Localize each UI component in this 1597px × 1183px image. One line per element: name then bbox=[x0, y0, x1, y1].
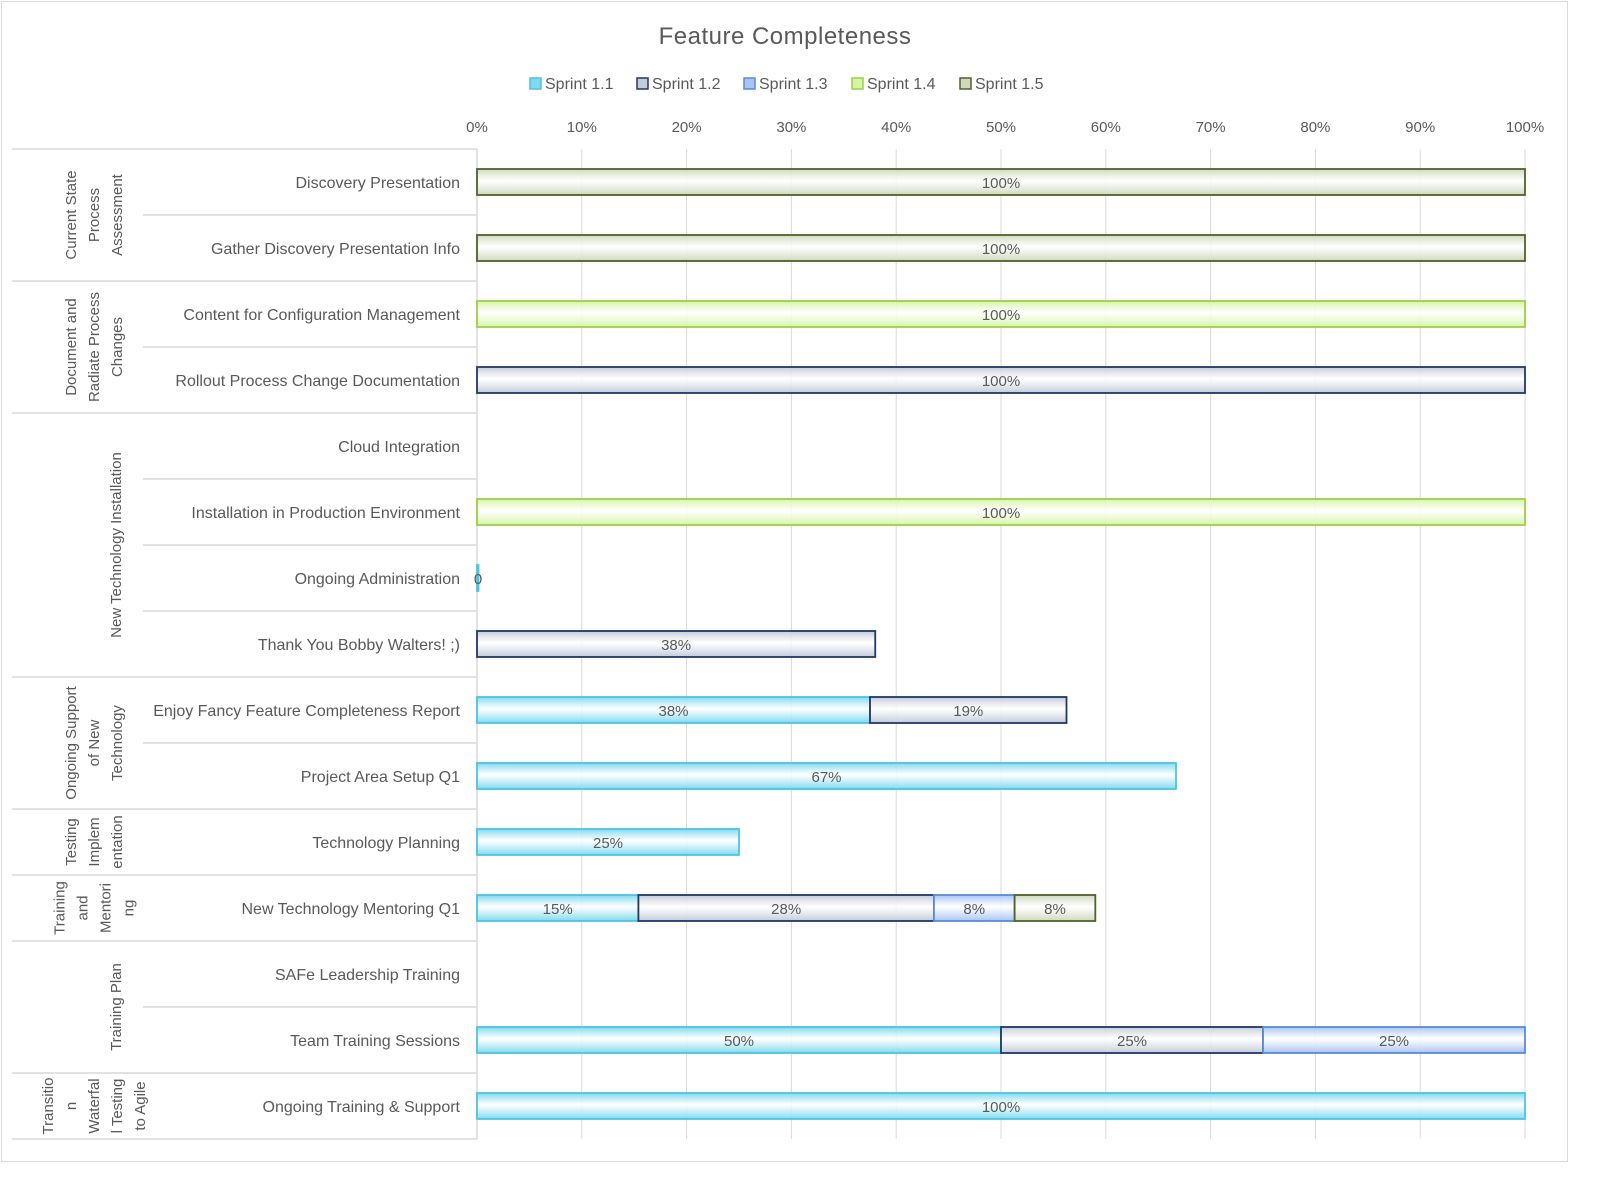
category-label: New Technology Mentoring Q1 bbox=[242, 901, 461, 918]
category-label: Discovery Presentation bbox=[295, 175, 460, 192]
legend-swatch-5 bbox=[959, 77, 972, 90]
chart-title: Feature Completeness bbox=[659, 23, 912, 50]
data-label: 8% bbox=[963, 901, 985, 918]
group-label: Testing bbox=[63, 818, 80, 866]
group-label: New Technology Installation bbox=[108, 452, 125, 638]
group-label: Radiate Process bbox=[86, 292, 103, 402]
data-label: 100% bbox=[982, 505, 1020, 522]
data-label: 15% bbox=[543, 901, 573, 918]
group-label: Transitio bbox=[40, 1078, 57, 1135]
data-label: 100% bbox=[982, 1099, 1020, 1116]
group-label: Document and bbox=[63, 298, 80, 396]
data-label: 100% bbox=[982, 241, 1020, 258]
data-label: 38% bbox=[658, 703, 688, 720]
data-label: 19% bbox=[953, 703, 983, 720]
category-label: Technology Planning bbox=[312, 835, 460, 852]
data-label: 100% bbox=[982, 307, 1020, 324]
legend-swatch-2 bbox=[636, 77, 649, 90]
x-tick-label: 80% bbox=[1300, 119, 1330, 136]
legend-label-1: Sprint 1.1 bbox=[545, 76, 614, 93]
category-label: Rollout Process Change Documentation bbox=[175, 373, 460, 390]
group-label: Waterfal bbox=[86, 1078, 103, 1133]
group-label: Training Plan bbox=[108, 963, 125, 1051]
x-tick-label: 40% bbox=[881, 119, 911, 136]
data-label: 67% bbox=[811, 769, 841, 786]
chart-frame: Feature Completeness Sprint 1.1 Sprint 1.… bbox=[1, 1, 1568, 1162]
category-label: Project Area Setup Q1 bbox=[301, 769, 460, 786]
legend-swatch-3 bbox=[743, 77, 756, 90]
category-label: Enjoy Fancy Feature Completeness Report bbox=[153, 703, 460, 720]
legend-swatch-4 bbox=[851, 77, 864, 90]
x-tick-label: 10% bbox=[567, 119, 597, 136]
group-label: Implem bbox=[86, 817, 103, 866]
group-label: entation bbox=[109, 815, 126, 868]
category-labels: Discovery Presentation Gather Discovery P… bbox=[153, 175, 460, 1116]
group-label: Training bbox=[52, 881, 69, 935]
feature-completeness-chart: Feature Completeness Sprint 1.1 Sprint 1.… bbox=[12, 23, 1544, 1140]
data-label: 25% bbox=[1379, 1033, 1409, 1050]
category-label: SAFe Leadership Training bbox=[275, 967, 460, 984]
category-label: Ongoing Training & Support bbox=[263, 1099, 461, 1116]
x-tick-label: 30% bbox=[776, 119, 806, 136]
x-tick-label: 0% bbox=[466, 119, 488, 136]
data-label: 25% bbox=[593, 835, 623, 852]
data-label: 38% bbox=[661, 637, 691, 654]
group-label: to Agile bbox=[132, 1081, 149, 1130]
category-label: Gather Discovery Presentation Info bbox=[211, 241, 460, 258]
group-label: of New bbox=[86, 719, 103, 766]
group-label: l Testing bbox=[109, 1079, 126, 1134]
x-tick-label: 50% bbox=[986, 119, 1016, 136]
group-label: Ongoing Support bbox=[63, 685, 80, 799]
legend-label-2: Sprint 1.2 bbox=[652, 76, 721, 93]
group-label: Current State bbox=[63, 170, 80, 259]
data-label: 8% bbox=[1044, 901, 1066, 918]
x-tick-label: 90% bbox=[1405, 119, 1435, 136]
data-label: 0 bbox=[474, 571, 482, 588]
data-label: 25% bbox=[1117, 1033, 1147, 1050]
category-label: Ongoing Administration bbox=[295, 571, 460, 588]
legend-label-5: Sprint 1.5 bbox=[975, 76, 1044, 93]
x-axis-ticks: 0% 10% 20% 30% 40% 50% 60% 70% 80% 90% 100% bbox=[466, 119, 1544, 136]
x-tick-label: 60% bbox=[1091, 119, 1121, 136]
category-label: Content for Configuration Management bbox=[183, 307, 460, 324]
group-label: Mentori bbox=[98, 883, 115, 933]
x-tick-label: 100% bbox=[1506, 119, 1544, 136]
category-label: Installation in Production Environment bbox=[191, 505, 460, 522]
group-label: Process bbox=[86, 188, 103, 242]
legend-label-4: Sprint 1.4 bbox=[867, 76, 936, 93]
group-label: Technology bbox=[109, 705, 126, 781]
legend-label-3: Sprint 1.3 bbox=[759, 76, 828, 93]
data-label: 100% bbox=[982, 373, 1020, 390]
group-label: and bbox=[75, 895, 92, 920]
data-label: 100% bbox=[982, 175, 1020, 192]
category-label: Cloud Integration bbox=[338, 439, 460, 456]
x-tick-label: 20% bbox=[672, 119, 702, 136]
data-label: 50% bbox=[724, 1033, 754, 1050]
x-tick-label: 70% bbox=[1196, 119, 1226, 136]
category-label: Team Training Sessions bbox=[290, 1033, 460, 1050]
legend-swatch-1 bbox=[529, 77, 542, 90]
data-label: 28% bbox=[771, 901, 801, 918]
group-label: ng bbox=[121, 900, 138, 917]
group-labels: Current State Process Assessment Document a… bbox=[40, 170, 149, 1134]
group-label: Assessment bbox=[109, 173, 126, 256]
legend: Sprint 1.1 Sprint 1.2 Sprint 1.3 Sprint 1.4… bbox=[529, 76, 1044, 93]
category-label: Thank You Bobby Walters! ;) bbox=[258, 637, 460, 654]
group-label: Changes bbox=[109, 317, 126, 377]
group-label: n bbox=[63, 1102, 80, 1110]
